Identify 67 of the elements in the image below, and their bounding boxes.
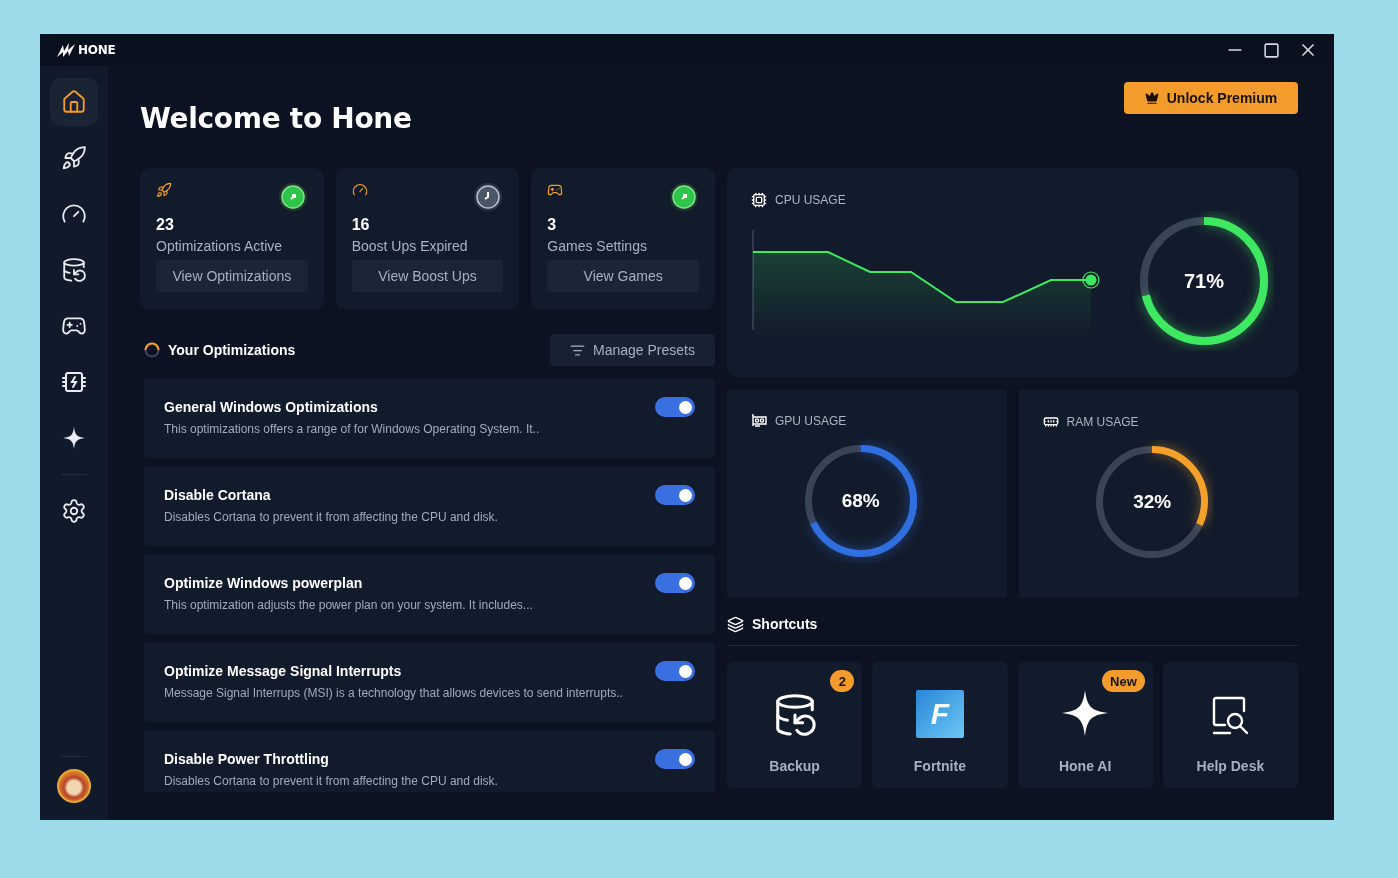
stat-count: 3 (547, 216, 558, 234)
optimization-description: Disables Cortana to prevent it from affecting the CPU and disk. (164, 510, 499, 524)
progress-ring-icon (144, 342, 160, 358)
layers-icon (727, 615, 744, 633)
shortcut-label: Hone AI (1058, 758, 1112, 774)
stat-count: 23 (156, 216, 175, 234)
optimization-title: Disable Power Throttling (164, 751, 329, 767)
page-title: Welcome to Hone (140, 102, 412, 135)
home-icon (61, 89, 87, 115)
shortcut-label: Backup (769, 758, 820, 774)
usage-title: RAM USAGE (1066, 415, 1139, 429)
usage-reading: 32% (1132, 491, 1173, 513)
toggle-switch[interactable] (655, 661, 695, 681)
chip-lightning-icon (61, 369, 87, 395)
gauge-icon (351, 182, 368, 198)
game-logo: F (915, 690, 964, 738)
rocket-icon (156, 182, 172, 198)
rocket-icon (61, 145, 87, 171)
settings-icon (61, 498, 87, 524)
premium-button[interactable]: Unlock Premium (1124, 82, 1298, 114)
stat-count: 16 (351, 216, 371, 234)
graphics-card-icon (751, 414, 767, 428)
optimization-description: This optimization adjusts the power plan on your system. It includes... (164, 598, 534, 612)
shortcut-tile[interactable]: Help Desk (1162, 662, 1298, 788)
gamepad-icon (547, 182, 564, 198)
sidebar-item[interactable] (50, 78, 98, 126)
app-name: HONE (78, 43, 116, 57)
optimization-description: Disables Cortana to prevent it from affecting the CPU and disk. (164, 774, 499, 788)
optimization-title: Optimize Windows powerplan (164, 575, 363, 591)
shortcut-label: Fortnite (913, 758, 966, 774)
crown-icon (1144, 91, 1159, 105)
usage-reading: 68% (840, 490, 881, 512)
section-title: Shortcuts (752, 616, 818, 632)
optimization-title: Disable Cortana (164, 487, 271, 503)
shortcut-tile[interactable]: New Hone AI (1017, 662, 1153, 788)
usage-title: GPU USAGE (775, 414, 847, 428)
usage-reading: 71% (1183, 269, 1225, 292)
maximize-icon[interactable] (1263, 41, 1280, 59)
stat-label: Games Settings (547, 238, 648, 254)
usage-title: CPU USAGE (775, 193, 846, 207)
stat-label: Boost Ups Expired (351, 238, 469, 254)
toggle-switch[interactable] (655, 485, 695, 505)
section-title: Your Optimizations (168, 342, 296, 358)
filter-list-icon (570, 342, 585, 358)
optimization-title: General Windows Optimizations (164, 399, 378, 415)
shortcut-label: Help Desk (1196, 758, 1265, 774)
database-sync-icon (61, 257, 87, 283)
toggle-switch[interactable] (655, 397, 695, 417)
optimization-description: This optimizations offers a range of for Windows Operating System. It.. (164, 422, 541, 436)
optimization-title: Optimize Message Signal Interrupts (164, 663, 402, 679)
shortcut-tile[interactable]: 2 Backup (727, 662, 863, 788)
optimization-description: Message Signal Interrups (MSI) is a technology that allows devices to send interrupts.. (164, 686, 624, 700)
view-button[interactable]: View Optimizations (156, 260, 308, 292)
stat-label: Optimizations Active (156, 238, 284, 254)
chip-icon (751, 192, 767, 208)
view-button[interactable]: View Games (547, 260, 699, 292)
toggle-switch[interactable] (655, 573, 695, 593)
count-badge: New (1102, 670, 1145, 692)
manage-presets-button[interactable]: Manage Presets (550, 334, 715, 366)
avatar[interactable] (57, 769, 91, 803)
count-badge: 2 (830, 670, 855, 692)
logo-icon (56, 42, 76, 58)
memory-icon (1042, 414, 1059, 430)
view-button[interactable]: View Boost Ups (351, 260, 504, 292)
toggle-switch[interactable] (655, 749, 695, 769)
shortcut-tile[interactable]: F Fortnite (872, 662, 1008, 788)
sparkle-icon (62, 426, 86, 450)
